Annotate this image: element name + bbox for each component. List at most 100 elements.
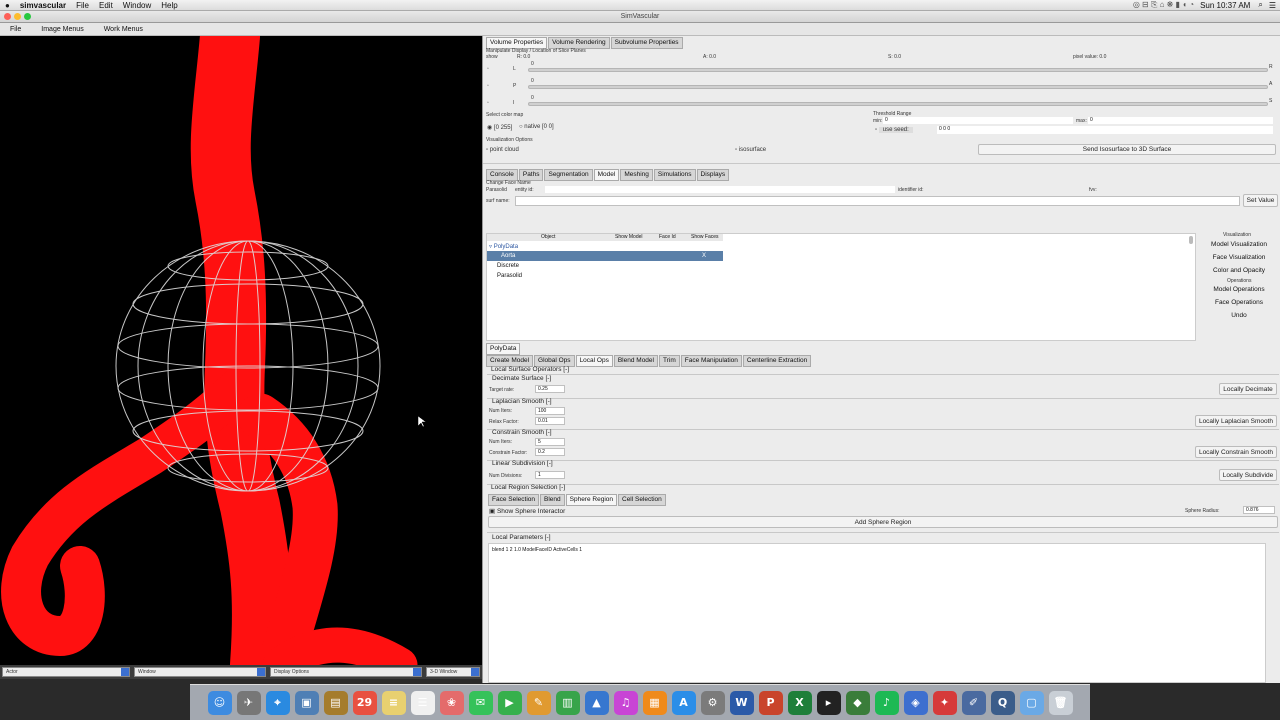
relax-field[interactable]: 0.01 [535, 417, 565, 425]
tree-root[interactable]: ▿ PolyData [489, 243, 518, 250]
add-sphere-region-button[interactable]: Add Sphere Region [488, 516, 1278, 528]
show-faces-mark[interactable]: X [702, 251, 706, 261]
facetime-icon[interactable]: ▶ [497, 690, 522, 715]
tab-blend-model[interactable]: Blend Model [613, 355, 658, 367]
tree-row-selected[interactable]: Aorta X [487, 251, 723, 261]
terminal-icon[interactable]: ▸ [816, 690, 841, 715]
locally-subdivide-button[interactable]: Locally Subdivide [1219, 469, 1277, 481]
close-window-button[interactable] [4, 13, 11, 20]
itunes-icon[interactable]: ♫ [613, 690, 638, 715]
notes-icon[interactable]: ≡ [381, 690, 406, 715]
send-isosurface-button[interactable]: Send Isosurface to 3D Surface [978, 144, 1276, 155]
show-i-checkbox[interactable]: ▫ [487, 100, 489, 106]
notification-icon[interactable]: ☰ [1269, 1, 1276, 10]
menu-image-menus[interactable]: Image Menus [31, 26, 93, 33]
3d-viewer[interactable] [0, 36, 482, 665]
col-show-model[interactable]: Show Model [615, 234, 643, 241]
tab-subvolume-properties[interactable]: Subvolume Properties [610, 37, 683, 49]
tab-trim[interactable]: Trim [658, 355, 680, 367]
entity-field[interactable] [545, 186, 895, 193]
model-visualization-button[interactable]: Model Visualization [1201, 239, 1277, 250]
con-iters-field[interactable]: 5 [535, 438, 565, 446]
tab-blend[interactable]: Blend [540, 494, 565, 506]
undo-button[interactable]: Undo [1201, 310, 1277, 321]
lap-iters-field[interactable]: 100 [535, 407, 565, 415]
menu-file[interactable]: File [76, 1, 89, 10]
min-field[interactable]: 0 [883, 117, 1073, 124]
tab-model[interactable]: Model [593, 169, 620, 181]
locally-decimate-button[interactable]: Locally Decimate [1219, 383, 1277, 395]
finder-icon[interactable]: ☺ [207, 690, 232, 715]
tab-simulations[interactable]: Simulations [653, 169, 696, 181]
point-cloud-checkbox[interactable]: ▫ point cloud [486, 147, 519, 153]
col-show-faces[interactable]: Show Faces [691, 234, 719, 241]
tree-scrollbar[interactable] [1189, 236, 1193, 244]
seed-field[interactable]: 0 0 0 [937, 126, 1273, 134]
spotify-icon[interactable]: ♪ [874, 690, 899, 715]
show-p-checkbox[interactable]: ▫ [487, 83, 489, 89]
tab-meshing[interactable]: Meshing [620, 169, 653, 181]
colormap-native-radio[interactable]: ○ native [0 0] [519, 124, 554, 130]
show-sphere-checkbox[interactable]: ▣ Show Sphere Interactor [489, 507, 565, 515]
region-heading[interactable]: Local Region Selection [-] [491, 484, 565, 491]
show-l-checkbox[interactable]: ▫ [487, 66, 489, 72]
stylus-icon[interactable]: ✐ [961, 690, 986, 715]
tab-face-manipulation[interactable]: Face Manipulation [680, 355, 742, 367]
calendar-icon[interactable]: 29 [352, 690, 377, 715]
linear-heading[interactable]: Linear Subdivision [-] [492, 460, 553, 467]
trash-icon[interactable]: 🗑 [1048, 690, 1073, 715]
face-visualization-button[interactable]: Face Visualization [1201, 252, 1277, 263]
tab-centerline-extraction[interactable]: Centerline Extraction [742, 355, 812, 367]
minimize-window-button[interactable] [14, 13, 21, 20]
menu-work-menus[interactable]: Work Menus [94, 26, 153, 33]
local-ops-heading[interactable]: Local Surface Operators [-] [491, 366, 569, 373]
polydata-tab[interactable]: PolyData [486, 343, 521, 355]
tab-sphere-region[interactable]: Sphere Region [565, 494, 617, 506]
slice-l-slider[interactable] [528, 68, 1268, 72]
menu-window[interactable]: Window [123, 1, 151, 10]
use-seed-checkbox[interactable]: ▫ use seed: [875, 127, 913, 133]
surf-name-field[interactable] [515, 196, 1240, 206]
tab-face-selection[interactable]: Face Selection [488, 494, 539, 506]
set-value-button[interactable]: Set Value [1243, 194, 1278, 207]
sphere-radius-field[interactable]: 0.876 [1243, 506, 1275, 514]
params-heading[interactable]: Local Parameters [-] [492, 534, 551, 541]
target-rate-field[interactable]: 0.25 [535, 385, 565, 393]
zoom-window-button[interactable] [24, 13, 31, 20]
folder-icon[interactable]: ▢ [1019, 690, 1044, 715]
constrain-heading[interactable]: Constrain Smooth [-] [492, 429, 552, 436]
quicktime-icon[interactable]: Q [990, 690, 1015, 715]
3d-window-select[interactable]: 3-D Window [426, 667, 480, 677]
tab-displays[interactable]: Displays [696, 169, 730, 181]
con-factor-field[interactable]: 0.2 [535, 448, 565, 456]
simvascular-icon[interactable]: ◈ [903, 690, 928, 715]
reminders-icon[interactable]: ☰ [410, 690, 435, 715]
keynote-icon[interactable]: ▲ [584, 690, 609, 715]
menu-help[interactable]: Help [161, 1, 177, 10]
locally-laplacian-button[interactable]: Locally Laplacian Smooth [1195, 415, 1277, 427]
tab-segmentation[interactable]: Segmentation [544, 169, 593, 181]
slice-i-slider[interactable] [528, 102, 1268, 106]
word-icon[interactable]: W [729, 690, 754, 715]
safari-icon[interactable]: ⌖ [265, 690, 290, 715]
menu-file-app[interactable]: File [0, 26, 31, 33]
apple-menu-icon[interactable]: ● [5, 1, 10, 10]
numbers-icon[interactable]: ▥ [555, 690, 580, 715]
color-opacity-button[interactable]: Color and Opacity [1201, 265, 1277, 276]
model-operations-button[interactable]: Model Operations [1201, 284, 1277, 295]
pages-icon[interactable]: ✎ [526, 690, 551, 715]
powerpoint-icon[interactable]: P [758, 690, 783, 715]
actor-select[interactable]: Actor [2, 667, 130, 677]
object-tree[interactable]: Object Show Model Face Id Show Faces ▿ P… [486, 233, 1196, 341]
col-face-id[interactable]: Face Id [659, 234, 676, 241]
launchpad-icon[interactable]: ✈ [236, 690, 261, 715]
slice-p-slider[interactable] [528, 85, 1268, 89]
tree-item-discrete[interactable]: Discrete [497, 263, 519, 269]
colormap-0-255-radio[interactable]: ◉ [0 255] [487, 124, 512, 131]
div-field[interactable]: 1 [535, 471, 565, 479]
status-icons[interactable]: ◎ ⊟ ⎘ ⌂ ❋ ▮ ◖ ◔ [1133, 0, 1194, 10]
notes-app-icon[interactable]: ▤ [323, 690, 348, 715]
menu-edit[interactable]: Edit [99, 1, 113, 10]
display-options-select[interactable]: Display Options [270, 667, 422, 677]
params-textarea[interactable]: blend 1 2 1.0 ModelFaceID ActiveCells 1 [488, 543, 1266, 683]
